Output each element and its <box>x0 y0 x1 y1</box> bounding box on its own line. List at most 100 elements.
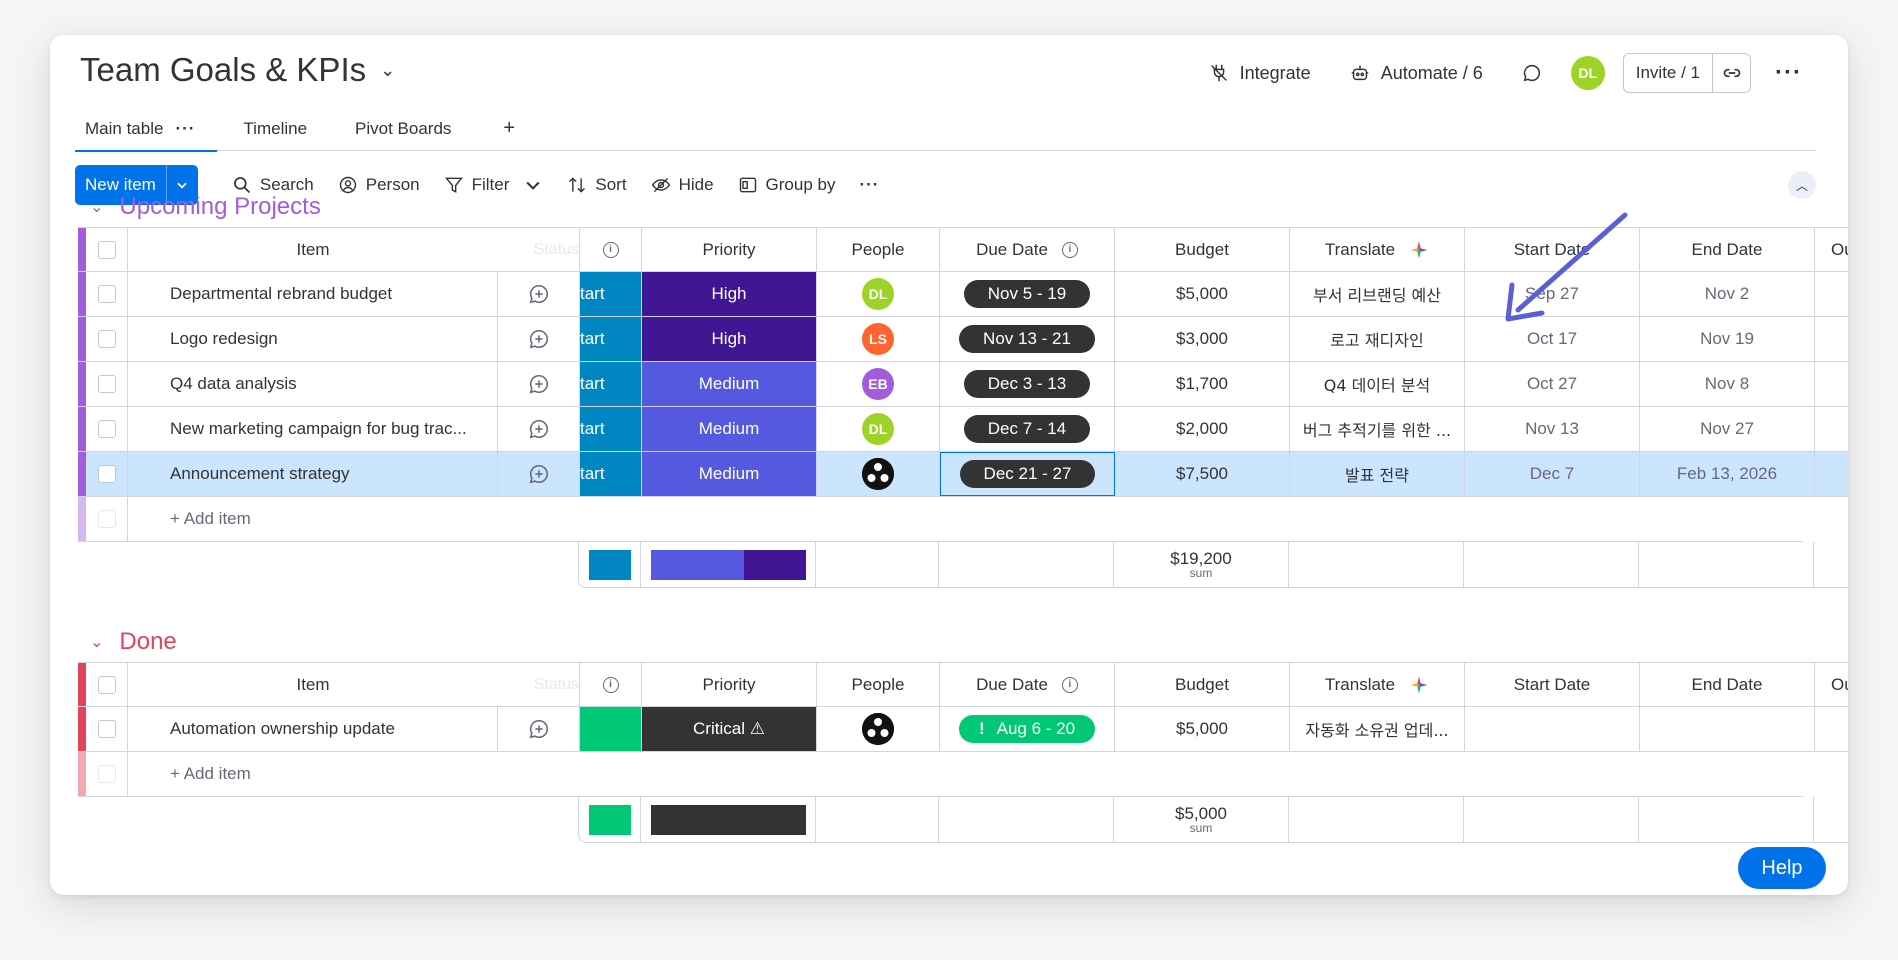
select-all-checkbox[interactable] <box>97 240 116 259</box>
column-header-owner[interactable]: Ou <box>1815 663 1848 706</box>
due-date-pill[interactable]: ! Aug 6 - 20 <box>958 715 1096 743</box>
start-date-cell[interactable]: Nov 13 <box>1465 407 1640 451</box>
due-date-cell[interactable]: Nov 5 - 19 <box>940 272 1115 316</box>
tab-options-icon[interactable]: ··· <box>175 119 195 139</box>
item-name[interactable]: Departmental rebrand budget <box>170 284 392 304</box>
owner-cell[interactable] <box>1815 272 1848 316</box>
budget-cell[interactable]: $3,000 <box>1115 317 1290 361</box>
column-header-budget[interactable]: Budget <box>1115 663 1290 706</box>
status-label[interactable] <box>580 707 641 751</box>
translate-cell[interactable]: 발표 전략 <box>1290 452 1465 496</box>
row-checkbox[interactable] <box>97 375 116 393</box>
priority-cell[interactable]: High <box>642 272 817 316</box>
budget-cell[interactable]: $5,000 <box>1115 707 1290 751</box>
add-update-icon[interactable] <box>528 718 550 740</box>
priority-cell[interactable]: Medium <box>642 407 817 451</box>
due-date-cell[interactable]: Dec 7 - 14 <box>940 407 1115 451</box>
status-summary[interactable] <box>579 542 641 587</box>
copy-link-button[interactable] <box>1712 54 1750 92</box>
chevron-down-icon[interactable]: ⌄ <box>90 197 103 217</box>
integrate-button[interactable]: Integrate <box>1198 56 1321 90</box>
priority-label[interactable]: Medium <box>642 452 816 496</box>
priority-summary[interactable] <box>641 797 816 842</box>
people-cell[interactable]: DL <box>817 407 940 451</box>
item-name-cell[interactable]: Automation ownership update <box>128 707 498 751</box>
due-date-cell[interactable]: Nov 13 - 21 <box>940 317 1115 361</box>
column-header-end-date[interactable]: End Date <box>1640 228 1815 271</box>
row-checkbox-cell[interactable] <box>86 707 128 751</box>
group-by-button[interactable]: Group by <box>726 165 848 205</box>
row-checkbox[interactable] <box>97 330 116 348</box>
column-header-priority[interactable]: Priority <box>642 663 817 706</box>
column-header-budget[interactable]: Budget <box>1115 228 1290 271</box>
due-date-pill[interactable]: Dec 21 - 27 <box>959 460 1096 488</box>
add-item-button[interactable]: + Add item <box>128 752 1803 796</box>
priority-label[interactable]: High <box>642 317 816 361</box>
end-date-cell[interactable]: Nov 27 <box>1640 407 1815 451</box>
info-icon[interactable]: i <box>1061 676 1078 693</box>
budget-summary[interactable]: $19,200 sum <box>1114 542 1289 587</box>
row-checkbox-cell[interactable] <box>86 317 128 361</box>
row-checkbox-cell[interactable] <box>86 452 128 496</box>
hide-button[interactable]: Hide <box>639 165 726 205</box>
column-header-status[interactable]: i <box>580 228 642 271</box>
item-name-cell[interactable]: Announcement strategy <box>128 452 498 496</box>
budget-cell[interactable]: $1,700 <box>1115 362 1290 406</box>
priority-label[interactable]: Medium <box>642 407 816 451</box>
updates-button[interactable] <box>1511 56 1553 90</box>
owner-cell[interactable] <box>1815 707 1848 751</box>
column-header-priority[interactable]: Priority <box>642 228 817 271</box>
priority-label[interactable]: High <box>642 272 816 316</box>
people-cell[interactable] <box>817 707 940 751</box>
end-date-cell[interactable]: Feb 13, 2026 <box>1640 452 1815 496</box>
row-checkbox[interactable] <box>97 465 116 483</box>
end-date-cell[interactable]: Nov 2 <box>1640 272 1815 316</box>
chevron-down-icon[interactable]: ⌄ <box>380 60 395 81</box>
add-update-icon[interactable] <box>528 328 550 350</box>
status-cell[interactable]: tart <box>580 407 642 451</box>
translate-cell[interactable]: 로고 재디자인 <box>1290 317 1465 361</box>
info-icon[interactable]: i <box>602 676 619 693</box>
tab-main-table[interactable]: Main table ··· <box>75 107 218 152</box>
column-header-end-date[interactable]: End Date <box>1640 663 1815 706</box>
owner-cell[interactable] <box>1815 317 1848 361</box>
due-date-cell[interactable]: Dec 21 - 27 <box>940 452 1115 496</box>
end-date-cell[interactable] <box>1640 707 1815 751</box>
status-label[interactable]: tart <box>580 407 641 451</box>
due-date-pill[interactable]: Dec 3 - 13 <box>963 370 1091 398</box>
row-checkbox-cell[interactable] <box>86 407 128 451</box>
people-cell[interactable] <box>817 452 940 496</box>
priority-cell[interactable]: Medium <box>642 452 817 496</box>
priority-cell[interactable]: High <box>642 317 817 361</box>
priority-label[interactable]: Critical ⚠ <box>642 707 816 751</box>
column-header-owner[interactable]: Ou <box>1815 228 1848 271</box>
status-label[interactable]: tart <box>580 362 641 406</box>
people-cell[interactable]: LS <box>817 317 940 361</box>
people-cell[interactable]: DL <box>817 272 940 316</box>
chevron-down-icon[interactable]: ⌄ <box>90 632 103 652</box>
start-date-cell[interactable]: Oct 27 <box>1465 362 1640 406</box>
item-name-cell[interactable]: Logo redesign <box>128 317 498 361</box>
row-checkbox[interactable] <box>97 420 116 438</box>
column-header-status[interactable]: i <box>580 663 642 706</box>
board-title[interactable]: Team Goals & KPIs ⌄ <box>80 51 395 89</box>
row-checkbox-cell[interactable] <box>86 362 128 406</box>
item-name[interactable]: New marketing campaign for bug trac... <box>170 419 467 439</box>
tab-pivot-boards[interactable]: Pivot Boards <box>345 107 473 151</box>
status-summary[interactable] <box>579 797 641 842</box>
owner-cell[interactable] <box>1815 407 1848 451</box>
start-date-cell[interactable] <box>1465 707 1640 751</box>
person-avatar[interactable]: DL <box>862 278 894 310</box>
group-header-done[interactable]: ⌄ Done <box>90 628 177 656</box>
add-item-button[interactable]: + Add item <box>128 497 1803 541</box>
status-cell[interactable]: tart <box>580 317 642 361</box>
priority-cell[interactable]: Critical ⚠ <box>642 707 817 751</box>
priority-summary[interactable] <box>641 542 816 587</box>
automate-button[interactable]: Automate / 6 <box>1339 56 1493 90</box>
person-avatar[interactable]: EB <box>862 368 894 400</box>
priority-cell[interactable]: Medium <box>642 362 817 406</box>
start-date-cell[interactable]: Dec 7 <box>1465 452 1640 496</box>
due-date-pill[interactable]: Dec 7 - 14 <box>963 415 1091 443</box>
select-all-checkbox-cell[interactable] <box>86 663 128 706</box>
status-label[interactable]: tart <box>580 452 641 496</box>
